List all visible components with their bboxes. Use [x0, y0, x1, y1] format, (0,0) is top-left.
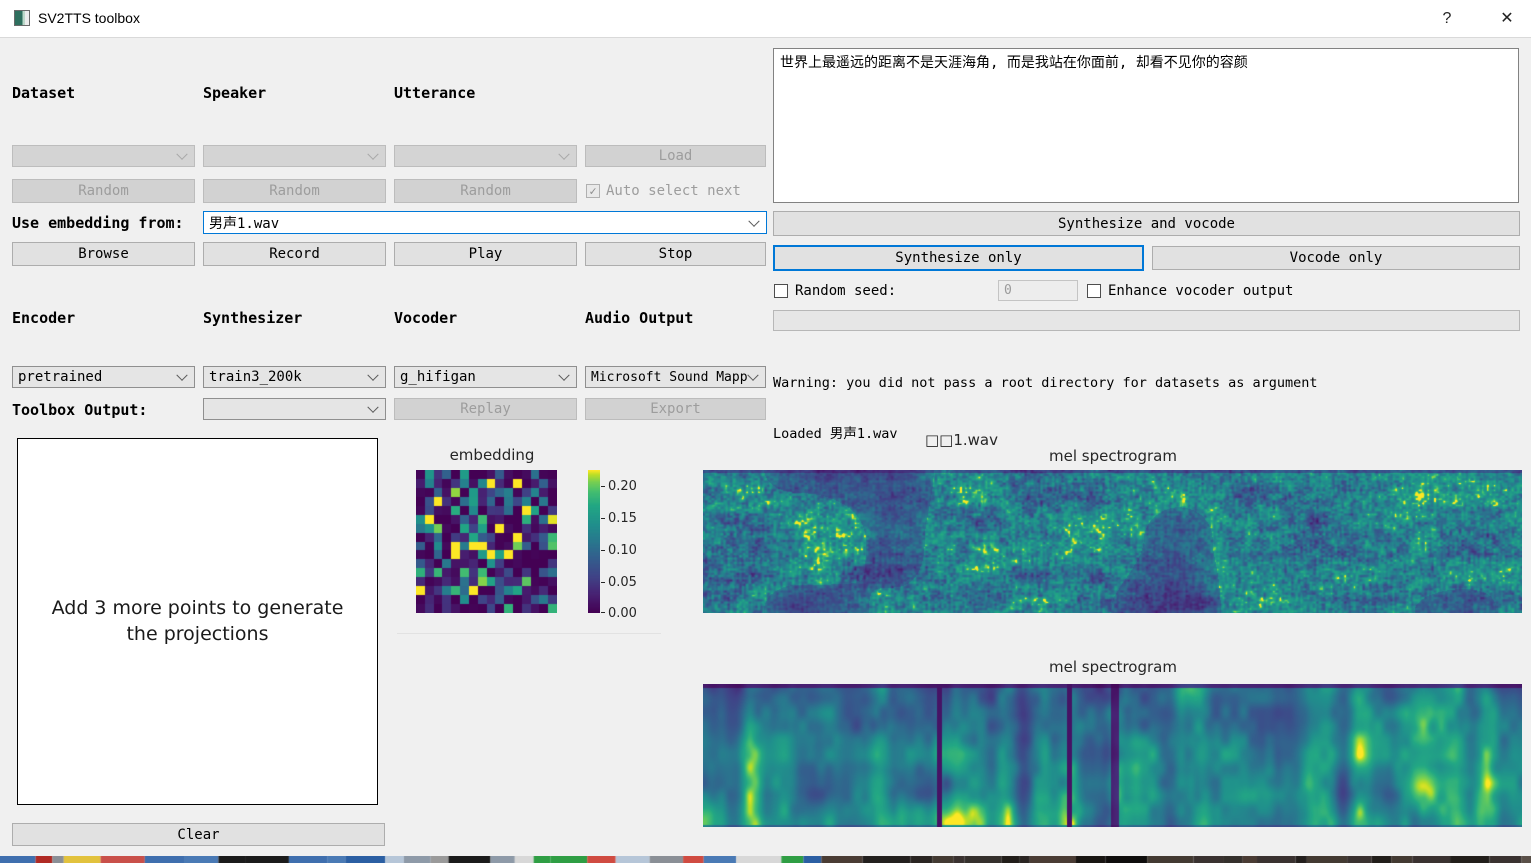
app-icon[interactable]: [14, 10, 30, 26]
colorbar-tick-label: 0.15: [608, 511, 637, 526]
speaker-label: Speaker: [203, 84, 266, 102]
colorbar-tick: [601, 486, 605, 487]
colorbar-tick: [601, 612, 605, 613]
enhance-vocoder-label: Enhance vocoder output: [1108, 283, 1293, 299]
encoder-value: pretrained: [18, 369, 102, 385]
audio-output-value: Microsoft Sound Mapp: [591, 370, 748, 385]
clear-button[interactable]: Clear: [12, 823, 385, 846]
log-line: Warning: you did not pass a root directo…: [773, 375, 1523, 392]
embedding-source-select[interactable]: 男声1.wav: [203, 211, 767, 234]
chevron-down-icon: [558, 149, 569, 160]
synthesizer-label: Synthesizer: [203, 309, 302, 327]
stop-button[interactable]: Stop: [585, 242, 766, 266]
dataset-select[interactable]: [12, 145, 195, 167]
dataset-label: Dataset: [12, 84, 75, 102]
synthesize-only-button[interactable]: Synthesize only: [773, 245, 1144, 271]
chevron-down-icon: [747, 370, 758, 381]
vocoder-value: g_hifigan: [400, 369, 476, 385]
chevron-down-icon: [367, 149, 378, 160]
enhance-vocoder-checkbox[interactable]: [1087, 284, 1101, 298]
random-seed-label: Random seed:: [795, 283, 896, 299]
auto-select-next-checkbox[interactable]: ✓: [586, 184, 600, 198]
desktop-strip: [0, 856, 1531, 863]
chevron-down-icon: [367, 370, 378, 381]
mel-spectrogram-top-title: mel spectrogram: [903, 447, 1323, 465]
chevron-down-icon: [367, 402, 378, 413]
export-button[interactable]: Export: [585, 398, 766, 420]
mel-spectrogram-top: [703, 470, 1522, 613]
audio-output-select[interactable]: Microsoft Sound Mapp: [585, 366, 766, 388]
colorbar-tick: [601, 582, 605, 583]
projection-message: Add 3 more points to generate the projec…: [48, 596, 348, 647]
toolbox-output-label: Toolbox Output:: [12, 401, 147, 419]
colorbar-tick-label: 0.10: [608, 543, 637, 558]
seed-input[interactable]: [998, 280, 1078, 301]
random-seed-checkbox[interactable]: [774, 284, 788, 298]
mel-spectrogram-bottom: [703, 684, 1522, 827]
text-prompt-input[interactable]: 世界上最遥远的距离不是天涯海角, 而是我站在你面前, 却看不见你的容颜: [773, 48, 1519, 203]
check-icon: ✓: [589, 184, 596, 198]
projection-plot: Add 3 more points to generate the projec…: [17, 438, 378, 805]
dataset-random-button[interactable]: Random: [12, 179, 195, 203]
progress-bar: [773, 310, 1520, 331]
browse-button[interactable]: Browse: [12, 242, 195, 266]
use-embedding-from-label: Use embedding from:: [12, 214, 184, 232]
synthesizer-select[interactable]: train3_200k: [203, 366, 386, 388]
vocoder-select[interactable]: g_hifigan: [394, 366, 577, 388]
speaker-select[interactable]: [203, 145, 386, 167]
colorbar-tick: [601, 518, 605, 519]
vocode-only-button[interactable]: Vocode only: [1152, 246, 1520, 270]
chevron-down-icon: [176, 149, 187, 160]
colorbar-tick: [601, 550, 605, 551]
colorbar-tick-label: 0.00: [608, 606, 637, 621]
speaker-random-button[interactable]: Random: [203, 179, 386, 203]
chevron-down-icon: [748, 215, 759, 226]
auto-select-next-label: Auto select next: [606, 183, 741, 199]
mel-spectrogram-bottom-title: mel spectrogram: [903, 658, 1323, 676]
synthesizer-value: train3_200k: [209, 369, 302, 385]
replay-button[interactable]: Replay: [394, 398, 577, 420]
chevron-down-icon: [558, 370, 569, 381]
vocoder-label: Vocoder: [394, 309, 457, 327]
title-bar: [0, 0, 1531, 38]
record-button[interactable]: Record: [203, 242, 386, 266]
embedding-title: embedding: [397, 446, 587, 464]
colorbar-tick-label: 0.20: [608, 479, 637, 494]
play-button[interactable]: Play: [394, 242, 577, 266]
encoder-label: Encoder: [12, 309, 75, 327]
embedding-heatmap: [416, 470, 557, 613]
embedding-source-value: 男声1.wav: [209, 213, 279, 233]
toolbox-output-select[interactable]: [203, 398, 386, 420]
audio-output-label: Audio Output: [585, 309, 693, 327]
utterance-label: Utterance: [394, 84, 475, 102]
load-button[interactable]: Load: [585, 145, 766, 167]
help-button[interactable]: ?: [1428, 0, 1466, 37]
colorbar-tick-label: 0.05: [608, 575, 637, 590]
chevron-down-icon: [176, 370, 187, 381]
log-line: Loaded 男声1.wav: [773, 426, 1523, 443]
utterance-random-button[interactable]: Random: [394, 179, 577, 203]
embedding-colorbar: [588, 470, 600, 613]
close-button[interactable]: ✕: [1488, 0, 1526, 37]
encoder-select[interactable]: pretrained: [12, 366, 195, 388]
window-title: SV2TTS toolbox: [38, 0, 140, 37]
synthesize-and-vocode-button[interactable]: Synthesize and vocode: [773, 211, 1520, 236]
figure-separator: [397, 633, 661, 634]
utterance-select[interactable]: [394, 145, 577, 167]
